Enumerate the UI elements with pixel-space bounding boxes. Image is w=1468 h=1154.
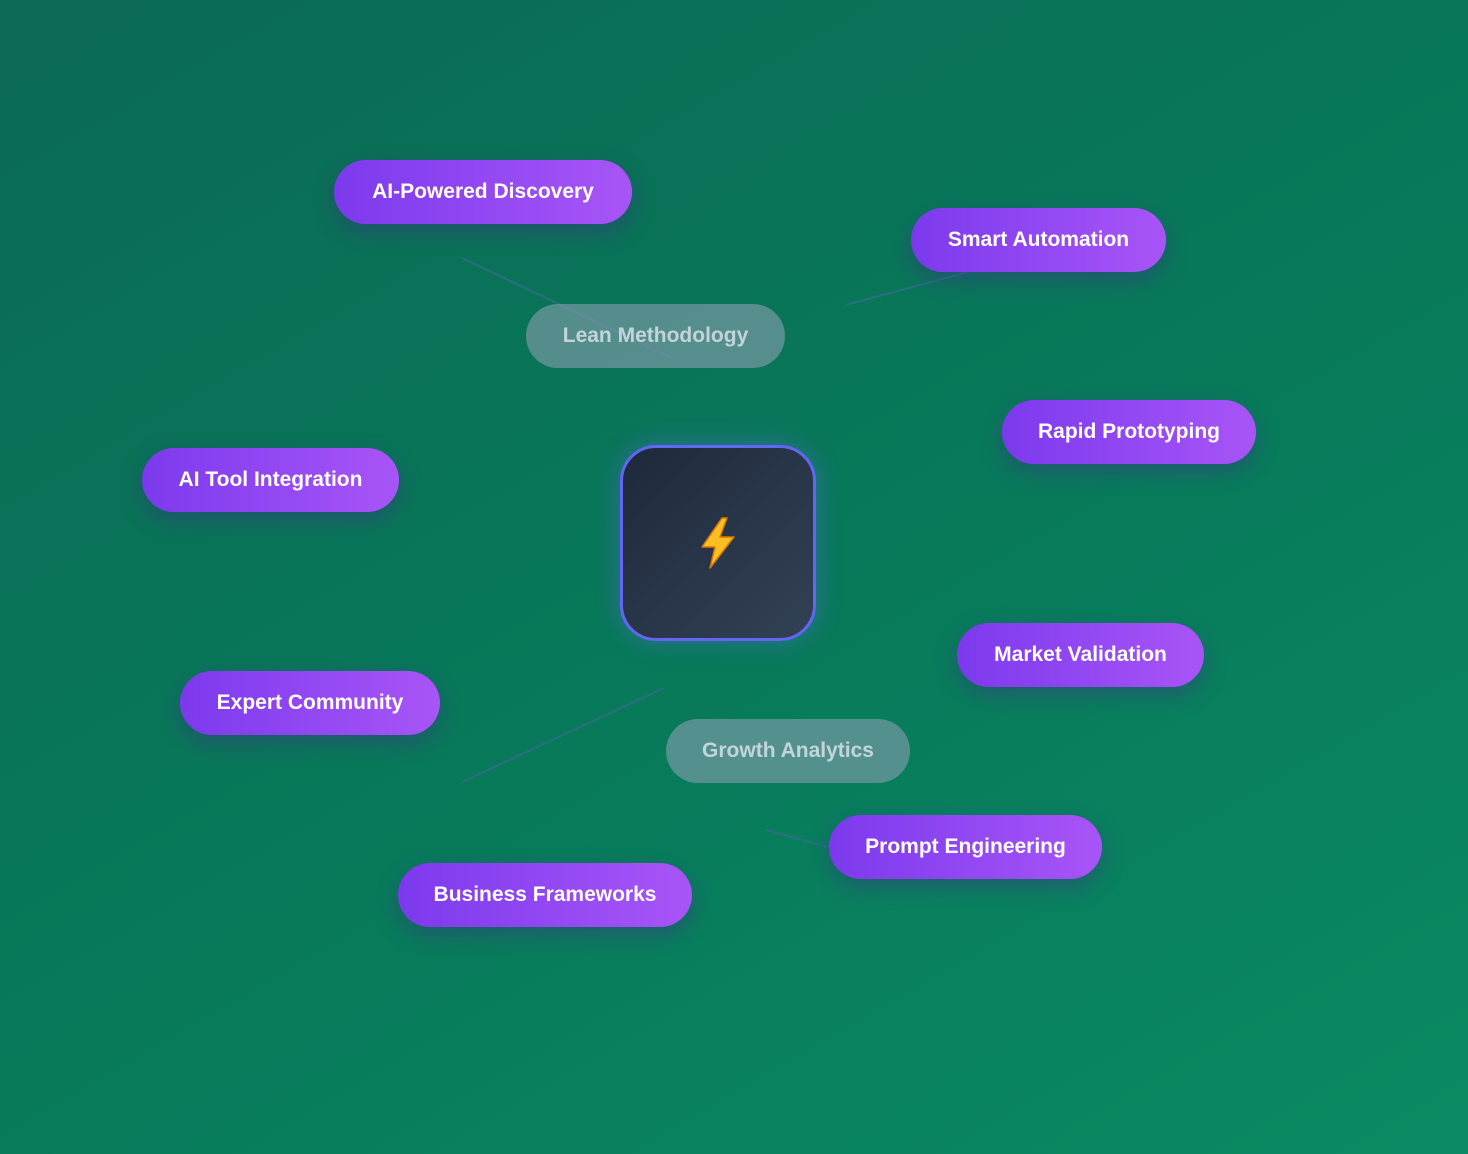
connector-line bbox=[845, 271, 969, 306]
node-label: Expert Community bbox=[216, 691, 404, 714]
node-label: AI-Powered Discovery bbox=[372, 180, 594, 203]
connector-line bbox=[765, 829, 833, 849]
hub-node[interactable] bbox=[620, 445, 816, 641]
node-label: AI Tool Integration bbox=[178, 468, 363, 491]
node-ai-tool-integration[interactable]: AI Tool Integration bbox=[142, 448, 399, 512]
node-label: Growth Analytics bbox=[702, 739, 874, 762]
lightning-bolt-icon bbox=[701, 517, 735, 569]
node-label: Market Validation bbox=[994, 643, 1167, 666]
node-label: Rapid Prototyping bbox=[1038, 420, 1220, 443]
node-growth-analytics[interactable]: Growth Analytics bbox=[666, 719, 910, 783]
node-label: Prompt Engineering bbox=[865, 835, 1066, 858]
node-market-validation[interactable]: Market Validation bbox=[957, 623, 1204, 687]
connector-line bbox=[461, 687, 665, 783]
node-rapid-prototyping[interactable]: Rapid Prototyping bbox=[1002, 400, 1256, 464]
node-expert-community[interactable]: Expert Community bbox=[180, 671, 440, 735]
node-lean-methodology[interactable]: Lean Methodology bbox=[526, 304, 785, 368]
node-prompt-engineering[interactable]: Prompt Engineering bbox=[829, 815, 1102, 879]
node-label: Smart Automation bbox=[947, 228, 1130, 251]
node-ai-powered-discovery[interactable]: AI-Powered Discovery bbox=[334, 160, 632, 224]
node-business-frameworks[interactable]: Business Frameworks bbox=[398, 863, 692, 927]
node-smart-automation[interactable]: Smart Automation bbox=[911, 208, 1166, 272]
node-label: Lean Methodology bbox=[562, 324, 749, 347]
node-label: Business Frameworks bbox=[433, 883, 657, 906]
